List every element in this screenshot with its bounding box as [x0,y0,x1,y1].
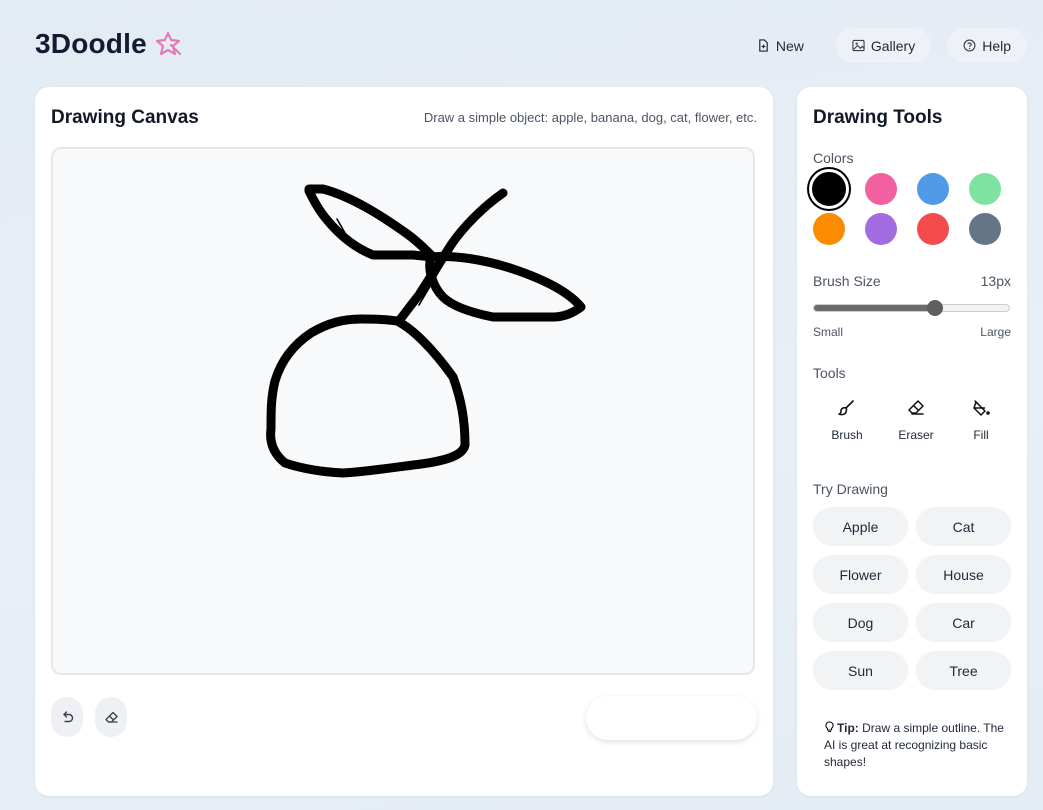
brush-tool-label: Brush [831,428,863,442]
new-file-icon [759,39,768,52]
eraser-icon [104,711,118,723]
color-swatch[interactable] [865,213,897,245]
color-swatch[interactable] [865,173,897,205]
brush-tool-button[interactable]: Brush [817,392,877,447]
help-button[interactable]: Help [947,28,1027,63]
fill-tool-label: Fill [973,428,989,442]
try-flower-button[interactable]: Flower [813,555,908,594]
lightbulb-icon [825,721,834,733]
eraser-tool-label: Eraser [898,428,934,442]
slider-fill [814,305,935,311]
doodle-stroke-leaf-left [304,184,438,262]
canvas-hint: Draw a simple object: apple, banana, dog… [423,110,757,125]
color-palette [809,169,1013,245]
gallery-label: Gallery [870,37,916,54]
brush-size-value: 13px [980,273,1011,289]
color-swatch[interactable] [813,213,845,245]
app-logo[interactable]: 3Doodle [35,28,183,60]
gallery-button[interactable]: Gallery [835,28,932,63]
color-swatch[interactable] [969,213,1001,245]
size-max-label: Large [980,325,1011,339]
brush-icon [838,400,854,416]
canvas-panel: Drawing Canvas Draw a simple object: app… [35,87,773,796]
size-min-label: Small [813,325,844,339]
app-title: 3Doodle [35,28,147,59]
tools-panel: Drawing Tools Colors Brush Size 13px Sma… [797,87,1027,796]
eraser-icon [908,400,924,415]
undo-button[interactable] [51,697,83,737]
try-apple-button[interactable]: Apple [813,507,908,546]
paint-bucket-icon [973,400,990,416]
sparkle-star-icon [155,31,181,56]
color-swatch[interactable] [917,213,949,245]
doodle-stroke-apple-body [266,314,470,478]
help-label: Help [982,37,1011,54]
try-car-button[interactable]: Car [916,603,1011,642]
clear-canvas-button[interactable] [95,697,127,737]
tools-label: Tools [813,365,846,381]
submit-drawing-button[interactable] [586,696,757,740]
undo-icon [62,710,73,722]
drawing-canvas[interactable] [51,147,755,675]
try-drawing-grid: Apple Cat Flower House Dog Car Sun Tree [813,507,1011,690]
color-swatch[interactable] [917,173,949,205]
try-sun-button[interactable]: Sun [813,651,908,690]
doodle-strokes [266,184,586,478]
top-nav: New Gallery Help [741,28,1027,63]
gallery-icon [852,39,865,52]
try-tree-button[interactable]: Tree [916,651,1011,690]
try-drawing-label: Try Drawing [813,481,888,497]
help-circle-icon [963,39,976,52]
doodle-stroke-leaf-right [425,252,586,322]
tools-title: Drawing Tools [813,107,943,128]
colors-label: Colors [813,150,854,166]
color-swatch[interactable] [969,173,1001,205]
brush-size-slider[interactable] [813,304,1010,312]
slider-thumb[interactable] [927,300,944,316]
fill-tool-button[interactable]: Fill [951,392,1011,447]
eraser-tool-button[interactable]: Eraser [886,392,946,447]
brush-size-label: Brush Size [813,273,881,289]
tip-box: Tip: Draw a simple outline. The AI is gr… [824,720,1004,771]
tip-bold: Tip: [837,721,859,735]
new-label: New [775,37,804,54]
try-house-button[interactable]: House [916,555,1011,594]
color-swatch[interactable] [809,169,849,209]
try-cat-button[interactable]: Cat [916,507,1011,546]
new-button[interactable]: New [741,28,820,63]
try-dog-button[interactable]: Dog [813,603,908,642]
canvas-title: Drawing Canvas [51,107,199,128]
